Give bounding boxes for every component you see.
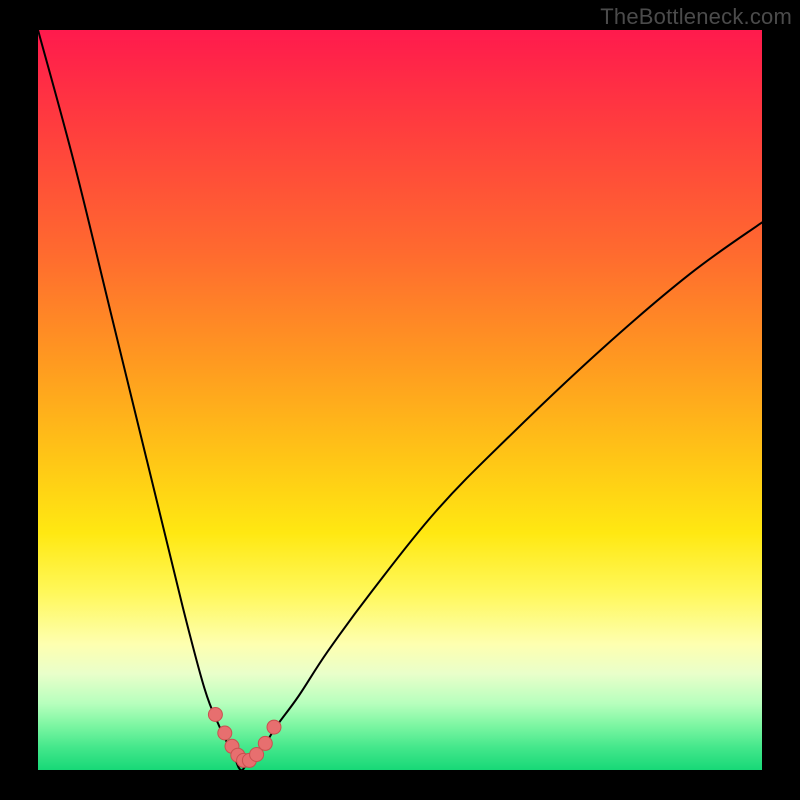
sample-dot <box>218 726 232 740</box>
plot-area <box>38 30 762 770</box>
bottleneck-curve <box>38 30 762 770</box>
sample-dot <box>258 736 272 750</box>
chart-svg <box>38 30 762 770</box>
sample-dot <box>267 720 281 734</box>
sample-dot <box>208 708 222 722</box>
watermark-text: TheBottleneck.com <box>600 4 792 30</box>
outer-frame: TheBottleneck.com <box>0 0 800 800</box>
